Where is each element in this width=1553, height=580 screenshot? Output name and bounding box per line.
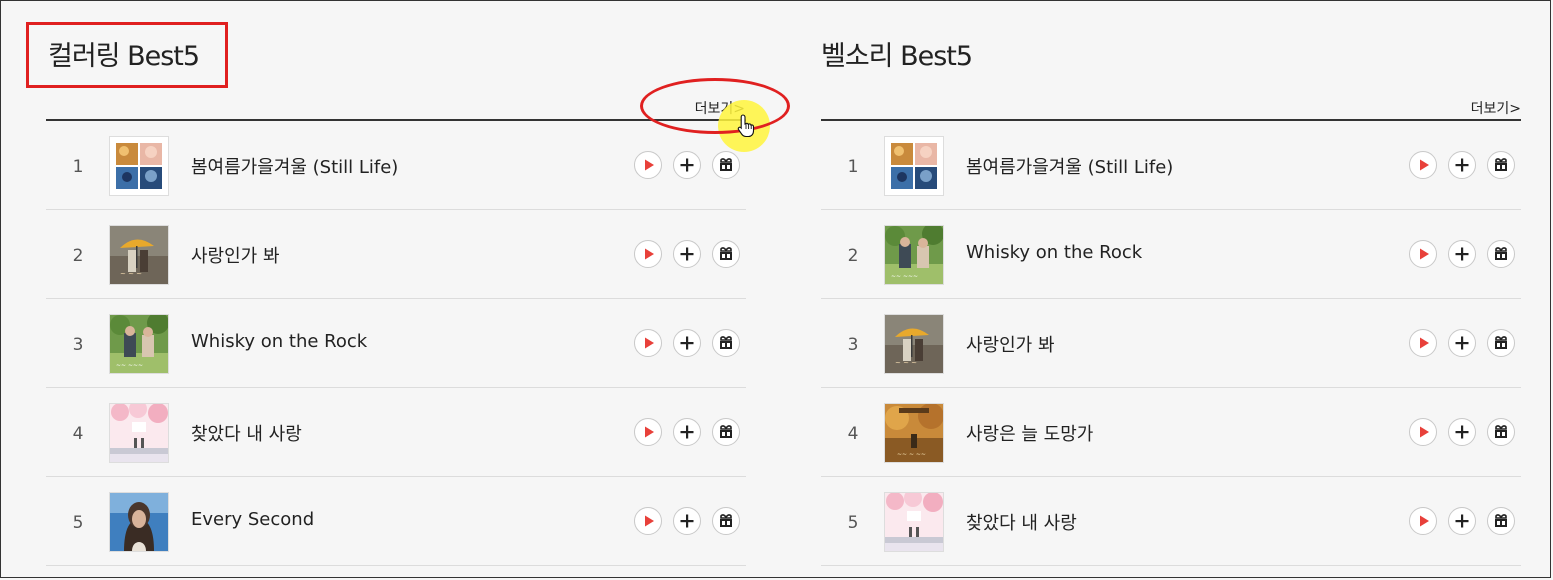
song-title[interactable]: 찾았다 내 사랑 — [191, 420, 302, 446]
song-title[interactable]: 찾았다 내 사랑 — [966, 509, 1077, 535]
add-button[interactable] — [1448, 507, 1476, 535]
song-actions — [1398, 329, 1515, 359]
svg-text:~~ ~~~: ~~ ~~~ — [891, 273, 918, 280]
play-button[interactable] — [1409, 151, 1437, 179]
gift-button[interactable] — [1487, 329, 1515, 357]
album-art[interactable] — [884, 492, 944, 552]
add-button[interactable] — [673, 418, 701, 446]
play-button[interactable] — [1409, 507, 1437, 535]
add-button[interactable] — [1448, 418, 1476, 446]
song-rank: 3 — [847, 335, 859, 355]
add-button[interactable] — [673, 507, 701, 535]
song-rank: 2 — [847, 246, 859, 266]
add-button[interactable] — [1448, 151, 1476, 179]
gift-button[interactable] — [1487, 418, 1515, 446]
song-actions — [1398, 418, 1515, 448]
song-rank: 4 — [72, 424, 84, 444]
song-row: 4 찾았다 내 사랑 — [46, 388, 746, 477]
song-rank: 5 — [847, 513, 859, 533]
album-art[interactable]: ~~ ~~~ — [109, 314, 169, 374]
song-title[interactable]: Whisky on the Rock — [191, 331, 367, 352]
play-button[interactable] — [634, 329, 662, 357]
add-button[interactable] — [673, 151, 701, 179]
album-art[interactable]: ~ ~ ~ — [109, 225, 169, 285]
panel-title: 벨소리 Best5 — [821, 41, 973, 72]
song-title[interactable]: 사랑인가 봐 — [966, 331, 1055, 357]
song-title[interactable]: Whisky on the Rock — [966, 242, 1142, 263]
song-rank: 2 — [72, 246, 84, 266]
ringtone-best5-panel: 벨소리 Best5 더보기> 1 봄여름가을겨울 (Still Life) 2 … — [821, 0, 1521, 580]
song-title[interactable]: 사랑인가 봐 — [191, 242, 280, 268]
song-row: 1 봄여름가을겨울 (Still Life) — [821, 121, 1521, 210]
song-actions — [623, 240, 740, 270]
gift-button[interactable] — [712, 418, 740, 446]
svg-text:~~ ~~~: ~~ ~~~ — [116, 362, 143, 369]
album-art[interactable] — [109, 403, 169, 463]
song-actions — [623, 329, 740, 359]
gift-button[interactable] — [712, 151, 740, 179]
song-actions — [623, 418, 740, 448]
song-title[interactable]: 봄여름가을겨울 (Still Life) — [191, 153, 398, 179]
song-actions — [623, 507, 740, 537]
song-row: 2 ~ ~ ~ 사랑인가 봐 — [46, 210, 746, 299]
song-actions — [1398, 151, 1515, 181]
play-button[interactable] — [634, 151, 662, 179]
annotation-highlight-box — [26, 22, 228, 88]
svg-text:~ ~ ~: ~ ~ ~ — [120, 270, 142, 278]
gift-button[interactable] — [712, 507, 740, 535]
song-rank: 5 — [72, 513, 84, 533]
album-art[interactable]: ~~ ~ ~~ — [884, 403, 944, 463]
gift-button[interactable] — [1487, 507, 1515, 535]
song-row: 1 봄여름가을겨울 (Still Life) — [46, 121, 746, 210]
add-button[interactable] — [673, 329, 701, 357]
svg-text:~~ ~ ~~: ~~ ~ ~~ — [897, 451, 926, 458]
song-title[interactable]: Every Second — [191, 509, 314, 530]
song-row: 3 ~~ ~~~ Whisky on the Rock — [46, 299, 746, 388]
song-actions — [1398, 240, 1515, 270]
song-title[interactable]: 사랑은 늘 도망가 — [966, 420, 1093, 446]
album-art[interactable] — [109, 136, 169, 196]
song-actions — [623, 151, 740, 181]
song-title[interactable]: 봄여름가을겨울 (Still Life) — [966, 153, 1173, 179]
song-row: 2 ~~ ~~~ Whisky on the Rock — [821, 210, 1521, 299]
album-art[interactable]: ~~ ~~~ — [884, 225, 944, 285]
more-link[interactable]: 더보기> — [1471, 98, 1521, 118]
song-row: 4 ~~ ~ ~~ 사랑은 늘 도망가 — [821, 388, 1521, 477]
gift-button[interactable] — [712, 240, 740, 268]
gift-button[interactable] — [1487, 240, 1515, 268]
song-rank: 3 — [72, 335, 84, 355]
add-button[interactable] — [1448, 329, 1476, 357]
song-rank: 1 — [847, 157, 859, 177]
play-button[interactable] — [634, 240, 662, 268]
song-rank: 4 — [847, 424, 859, 444]
add-button[interactable] — [1448, 240, 1476, 268]
play-button[interactable] — [1409, 418, 1437, 446]
svg-text:~ ~ ~: ~ ~ ~ — [895, 359, 917, 367]
song-list: 1 봄여름가을겨울 (Still Life) 2 ~ ~ ~ 사랑인가 봐 3 … — [46, 121, 746, 566]
play-button[interactable] — [1409, 240, 1437, 268]
album-art[interactable] — [884, 136, 944, 196]
play-button[interactable] — [634, 507, 662, 535]
song-rank: 1 — [72, 157, 84, 177]
song-row: 5 Every Second — [46, 477, 746, 566]
play-button[interactable] — [634, 418, 662, 446]
song-list: 1 봄여름가을겨울 (Still Life) 2 ~~ ~~~ Whisky o… — [821, 121, 1521, 566]
hand-cursor-icon — [737, 114, 755, 142]
add-button[interactable] — [673, 240, 701, 268]
gift-button[interactable] — [712, 329, 740, 357]
annotation-highlight-oval — [640, 78, 790, 134]
album-art[interactable]: ~ ~ ~ — [884, 314, 944, 374]
song-row: 3 ~ ~ ~ 사랑인가 봐 — [821, 299, 1521, 388]
album-art[interactable] — [109, 492, 169, 552]
song-row: 5 찾았다 내 사랑 — [821, 477, 1521, 566]
play-button[interactable] — [1409, 329, 1437, 357]
gift-button[interactable] — [1487, 151, 1515, 179]
song-actions — [1398, 507, 1515, 537]
